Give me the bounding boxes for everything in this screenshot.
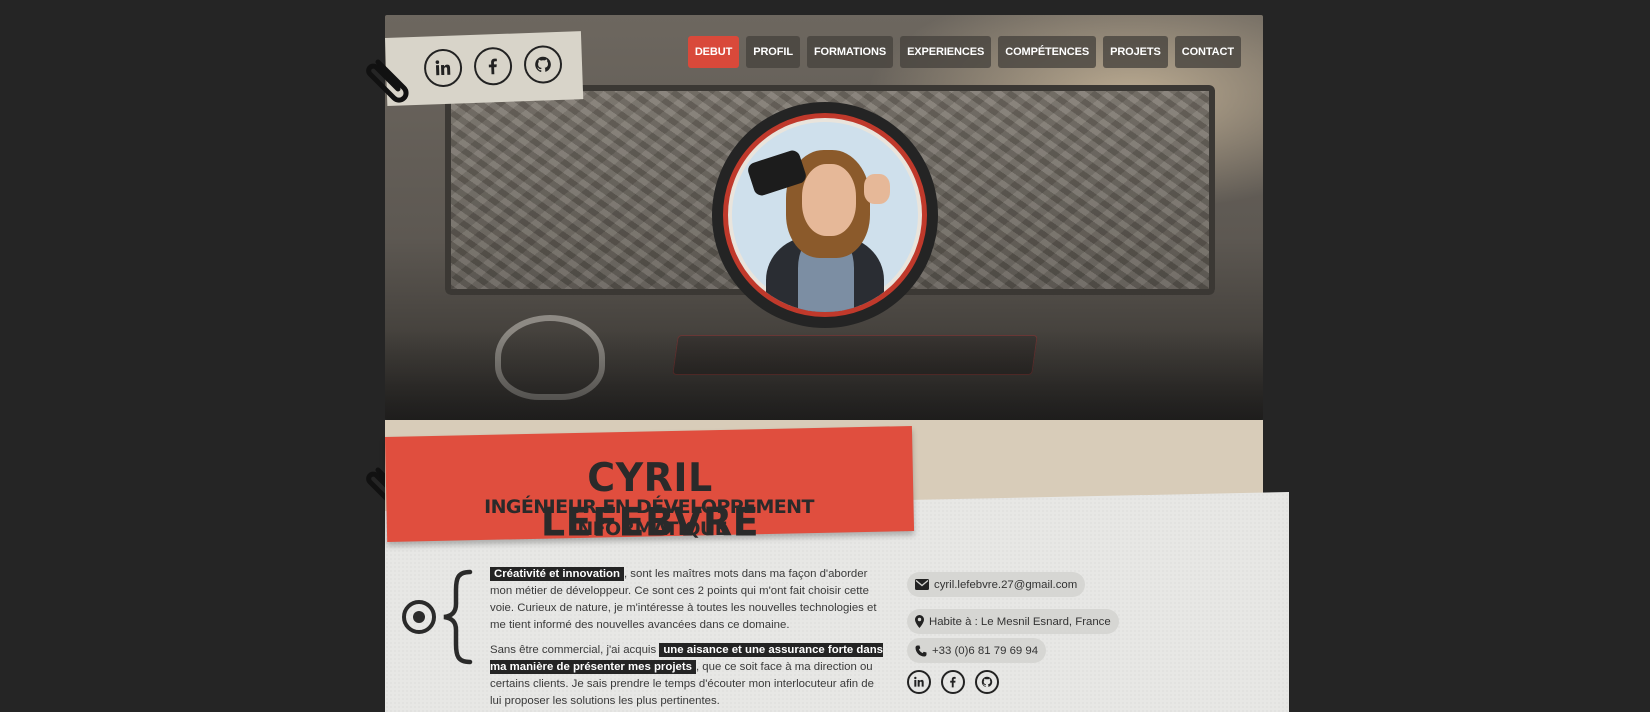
email-text: cyril.lefebvre.27@gmail.com (934, 578, 1078, 591)
bio-paragraph-1: Créativité et innovation, sont les maîtr… (490, 566, 886, 634)
location-text: Habite à : Le Mesnil Esnard, France (929, 615, 1111, 628)
hero-fade-overlay (385, 330, 1263, 420)
bio-highlight-1: Créativité et innovation (490, 567, 624, 581)
github-icon[interactable] (975, 670, 999, 694)
target-icon (402, 600, 436, 634)
email-chip[interactable]: cyril.lefebvre.27@gmail.com (907, 572, 1086, 597)
location-chip: Habite à : Le Mesnil Esnard, France (907, 609, 1119, 634)
nav-item-contact[interactable]: CONTACT (1174, 36, 1241, 68)
linkedin-icon[interactable] (907, 670, 931, 694)
nav-item-projets[interactable]: PROJETS (1103, 36, 1168, 68)
nav-item-debut[interactable]: DEBUT (687, 36, 740, 68)
map-marker-icon (915, 615, 924, 628)
paperclip-icon (366, 59, 409, 103)
facebook-icon[interactable] (473, 46, 513, 86)
nav-item-formations[interactable]: FORMATIONS (806, 36, 894, 68)
github-icon[interactable] (523, 44, 563, 85)
nav-item-experiences[interactable]: EXPERIENCES (900, 36, 992, 68)
brace-icon (443, 569, 473, 665)
bio-text: Créativité et innovation, sont les maîtr… (490, 566, 886, 712)
envelope-icon (915, 579, 929, 590)
bio-paragraph-2: Sans être commercial, j'ai acquis une ai… (490, 642, 886, 710)
linkedin-icon[interactable] (423, 48, 463, 88)
nav-item-profil[interactable]: PROFIL (746, 36, 800, 68)
nav-item-competences[interactable]: COMPÉTENCES (998, 36, 1097, 68)
profile-avatar (712, 102, 938, 328)
contact-social-links (907, 670, 999, 694)
main-nav: DEBUT PROFIL FORMATIONS EXPERIENCES COMP… (687, 36, 1241, 68)
profile-job-title: INGÉNIEUR EN DÉVELOPPEMENT INFORMATIQUE (484, 496, 814, 540)
phone-text: +33 (0)6 81 79 69 94 (932, 644, 1039, 657)
avatar-photo (723, 113, 927, 317)
phone-chip[interactable]: +33 (0)6 81 79 69 94 (907, 638, 1047, 663)
phone-icon (915, 645, 927, 656)
facebook-icon[interactable] (941, 670, 965, 694)
bio-text-2a: Sans être commercial, j'ai acquis (490, 644, 660, 656)
